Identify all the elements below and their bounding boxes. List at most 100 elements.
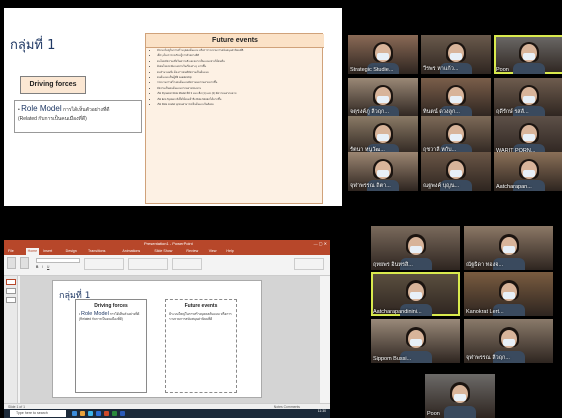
underline-button[interactable]: U <box>47 265 49 269</box>
driving-forces-textbox[interactable]: Driving forces • Role Model การได้เห็นตั… <box>75 299 147 393</box>
ppt-titlebar: Presentation1 - PowerPoint — ▢ ✕ <box>4 240 330 248</box>
excel-icon[interactable] <box>112 411 117 416</box>
face-mask <box>409 245 422 253</box>
bold-button[interactable]: B <box>36 265 38 269</box>
participant-video-tile[interactable]: จตุรงค์ภู ลีวฤก... <box>348 78 418 117</box>
role-model-head: Role Model <box>21 104 62 113</box>
future-event-item: มีระบบใหญ่ในการสร้างบุคคลต้นแบบ หรือการร… <box>157 49 320 53</box>
tab-help[interactable]: Help <box>226 248 233 255</box>
paragraph-group[interactable] <box>84 258 124 270</box>
powerpoint-window[interactable]: Presentation1 - PowerPoint — ▢ ✕ File Hom… <box>4 240 330 418</box>
face-mask <box>502 338 515 346</box>
face-mask <box>502 291 515 299</box>
zoom-icon[interactable] <box>96 411 101 416</box>
future-event-item: คนจำนวนหนึ่ง ต้องการคนที่มีความเป็นต้นแบ… <box>157 71 320 75</box>
powerpoint-icon[interactable] <box>104 411 109 416</box>
tab-design[interactable]: Design <box>66 248 77 255</box>
future-events-title: Future events <box>146 34 324 48</box>
face-mask <box>377 134 389 142</box>
participant-name: Poon <box>496 67 509 73</box>
participant-video-tile[interactable]: ฤทยพร อินทรสิ... <box>371 226 460 270</box>
participant-video-tile[interactable]: WARIT PORN... <box>494 116 562 155</box>
participant-video-tile[interactable]: Aatcharapandinini... <box>371 272 460 316</box>
future-events-list: มีระบบใหญ่ในการสร้างบุคคลต้นแบบ หรือการร… <box>150 49 320 108</box>
participant-video-tile[interactable]: Sippom Bussi... <box>371 319 460 363</box>
participant-body <box>513 63 545 74</box>
tab-insert[interactable]: Insert <box>43 248 52 255</box>
face-mask <box>377 96 389 104</box>
future-events-textbox[interactable]: Future events มีระบบใหญ่ในการสร้างบุคคลต… <box>165 299 237 393</box>
thumbnail-1[interactable] <box>6 279 16 285</box>
face-mask <box>523 96 535 104</box>
participant-video-tile[interactable]: ทินตน์ ดวงลูก... <box>421 78 491 117</box>
participant-name: Poon <box>427 411 440 417</box>
file-explorer-icon[interactable] <box>80 411 85 416</box>
thumbnail-2[interactable] <box>6 288 16 294</box>
designer-button[interactable] <box>294 258 324 270</box>
participant-video-tile[interactable]: Aatcharapan... <box>494 152 562 191</box>
box2-body: มีระบบใหญ่ในการสร้างบุคคลต้นแบบ หรือการร… <box>169 312 232 321</box>
future-event-item: สังคมไทยจะมีแบบอย่างในเรื่องต่างๆ มากขึ้… <box>157 65 320 69</box>
participant-name: ณัฐธิดา ทองจ... <box>466 262 504 268</box>
participant-name: Sippom Bussi... <box>373 356 412 362</box>
face-mask <box>523 53 535 61</box>
edge-icon[interactable] <box>88 411 93 416</box>
tab-file[interactable]: File <box>8 248 14 255</box>
participant-name: Strategic Studie... <box>350 67 394 73</box>
participant-name: วีรพร หาแก้ว... <box>423 66 459 72</box>
taskbar-clock: 11:30 <box>317 409 326 413</box>
thumbnail-3[interactable] <box>6 297 16 303</box>
face-mask <box>454 393 466 401</box>
drawing-group[interactable] <box>128 258 168 270</box>
font-family-select[interactable] <box>36 258 80 263</box>
future-event-item: กระบวนการสร้างคนต้นแบบมีความหลากหลายมากข… <box>157 81 320 85</box>
face-mask <box>450 53 462 61</box>
task-view-icon[interactable] <box>72 411 77 416</box>
taskbar-search[interactable]: Type here to search <box>10 410 66 417</box>
participant-name: จตุรงค์ภู ลีวฤก... <box>350 109 389 115</box>
participant-name: Aatcharapan... <box>496 184 532 190</box>
participant-video-tile[interactable]: ณัฐธิดา ทองจ... <box>464 226 553 270</box>
paste-button[interactable] <box>7 257 16 269</box>
role-model-text: การได้เห็นตัวอย่างที่ดี <box>63 107 110 113</box>
face-mask <box>377 170 389 178</box>
tab-animations[interactable]: Animations <box>122 248 140 255</box>
tab-slide-show[interactable]: Slide Show <box>154 248 172 255</box>
participant-video-tile[interactable]: วีรพร หาแก้ว... <box>421 35 491 74</box>
participant-video-tile[interactable]: ณฐพงค์ บุญน... <box>421 152 491 191</box>
tab-transitions[interactable]: Transitions <box>88 248 105 255</box>
face-mask <box>409 291 422 299</box>
face-mask <box>502 245 515 253</box>
participant-video-tile[interactable]: จุฬาพรรณ ลีวฤก... <box>464 319 553 363</box>
windows-taskbar: Type here to search 11:30 <box>4 409 330 418</box>
participant-video-tile[interactable]: รัตนา หนูวัฒ... <box>348 116 418 155</box>
future-event-item: เกิด Eco System ที่เอื้อให้คนเข้าถึง Rol… <box>157 98 320 102</box>
face-mask <box>409 338 422 346</box>
participant-video-tile[interactable]: Poon <box>494 35 562 74</box>
participant-name: Aatcharapandinini... <box>373 309 422 315</box>
ribbon: B I U <box>4 255 330 276</box>
new-slide-button[interactable] <box>20 257 29 269</box>
slide-title: กลุ่มที่ 1 <box>10 38 56 53</box>
tab-home[interactable]: Home <box>25 248 40 255</box>
participant-video-tile[interactable]: ฤชวาลี หกับ... <box>421 116 491 155</box>
tab-view[interactable]: View <box>209 248 217 255</box>
participant-name: Kanokrat Lert... <box>466 309 504 315</box>
ribbon-tabs: File Home Insert Design Transitions Animation… <box>4 248 330 255</box>
word-icon[interactable] <box>120 411 125 416</box>
participant-name: จุฬาพรรณ ลีวฤก... <box>466 355 510 361</box>
participant-video-tile[interactable]: จุฬาพรรณ ถิตา... <box>348 152 418 191</box>
shared-slide: กลุ่มที่ 1 Driving forces • Role Model ก… <box>4 8 342 206</box>
italic-button[interactable]: I <box>42 265 43 269</box>
future-event-item: เกิด Dynamic Role Model ที่มี 3 แบบ คือ … <box>157 92 320 96</box>
participant-video-tile[interactable]: Poon <box>425 374 495 418</box>
participant-video-tile[interactable]: Strategic Studie... <box>348 35 418 74</box>
future-event-item: เด็กๆ ต้องการจะเรียนรู้จากตัวอย่างที่ดี <box>157 54 320 58</box>
face-mask <box>450 170 462 178</box>
editing-slide[interactable]: กลุ่มที่ 1 Driving forces • Role Model ก… <box>52 280 262 398</box>
participant-video-tile[interactable]: ฤดีรักษ์ รสลั... <box>494 78 562 117</box>
window-controls[interactable]: — ▢ ✕ <box>314 240 327 248</box>
tab-review[interactable]: Review <box>186 248 198 255</box>
participant-video-tile[interactable]: Kanokrat Lert... <box>464 272 553 316</box>
editing-group[interactable] <box>172 258 202 270</box>
